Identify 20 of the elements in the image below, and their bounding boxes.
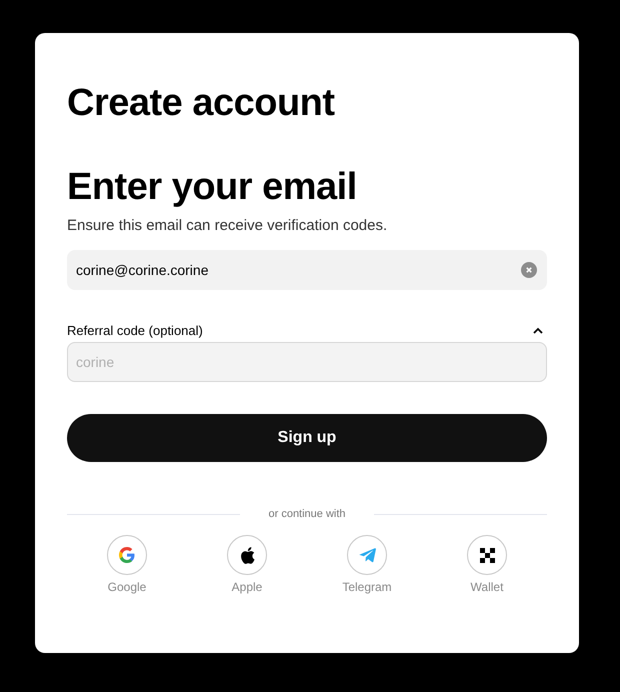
caret-icon[interactable] xyxy=(533,326,543,334)
sign-up-button[interactable]: Sign up xyxy=(67,414,547,462)
google-icon xyxy=(119,547,135,563)
sign-in-option-button[interactable] xyxy=(227,535,267,575)
referral-label: Referral code (optional) xyxy=(67,322,203,338)
clear-icon[interactable] xyxy=(521,262,537,278)
page-title: Create account xyxy=(67,81,336,125)
provider-label: Wallet xyxy=(470,580,504,594)
paper-plane-icon xyxy=(358,548,376,562)
sign-in-option-button[interactable] xyxy=(467,535,507,575)
divider-text: or continue with xyxy=(268,508,346,520)
section-heading: Enter your email xyxy=(67,165,358,209)
referral-field[interactable]: corine xyxy=(67,342,547,382)
provider-label: Apple xyxy=(232,580,262,594)
provider-label: Telegram xyxy=(342,580,392,594)
email-field[interactable]: corine@corine.corine xyxy=(67,250,547,290)
provider-label: Google xyxy=(108,580,146,594)
apple-icon xyxy=(240,546,254,564)
instruction-text: Ensure this email can receive verification codes. xyxy=(67,217,388,234)
grid-logo-icon xyxy=(480,548,494,562)
